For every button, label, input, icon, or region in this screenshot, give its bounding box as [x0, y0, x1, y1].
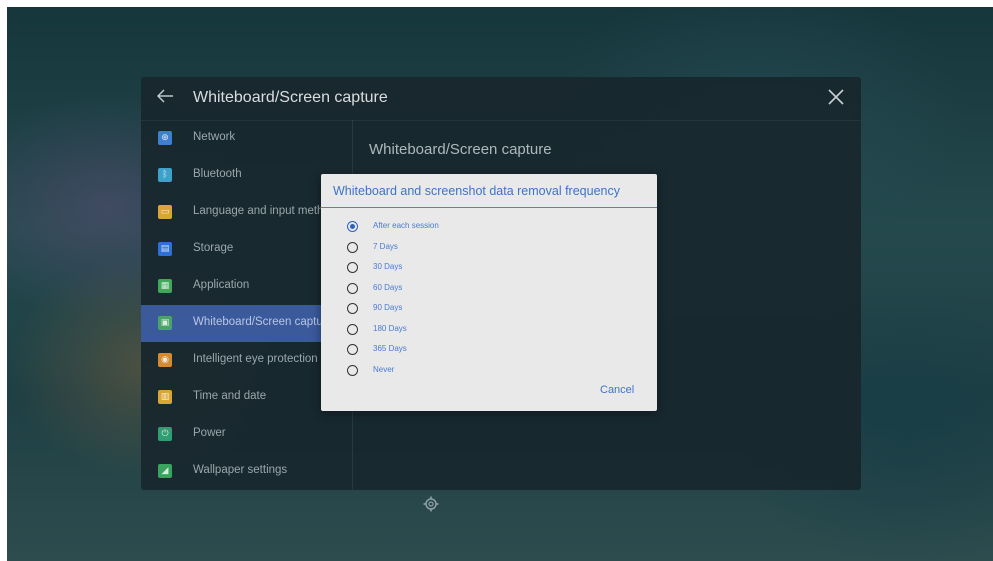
apps-icon: ▦ [158, 279, 172, 293]
option-label: After each session [373, 221, 439, 230]
sidebar-item-wallpaper[interactable]: ◢ Wallpaper settings [141, 453, 352, 490]
radio-button[interactable] [347, 344, 358, 355]
option-label: Never [373, 365, 395, 374]
dialog-divider [321, 207, 657, 208]
option-60-days[interactable]: 60 Days [347, 281, 607, 298]
option-label: 60 Days [373, 283, 403, 292]
option-never[interactable]: Never [347, 363, 607, 380]
sidebar-item-label: Power [193, 427, 226, 439]
option-180-days[interactable]: 180 Days [347, 322, 607, 339]
sidebar-item-label: Network [193, 131, 236, 143]
sidebar-item-label: Wallpaper settings [193, 464, 288, 476]
option-label: 180 Days [373, 324, 407, 333]
power-icon: ⏻ [158, 427, 172, 441]
wallpaper-icon: ◢ [158, 464, 172, 478]
screen-capture-icon: ▣ [158, 316, 172, 330]
radio-button[interactable] [347, 242, 358, 253]
window-title: Whiteboard/Screen capture [193, 89, 388, 106]
radio-button[interactable] [347, 324, 358, 335]
sidebar-item-label: Language and input metho [193, 205, 330, 217]
cancel-button[interactable]: Cancel [600, 384, 634, 396]
sidebar-item-label: Application [193, 279, 250, 291]
content-title: Whiteboard/Screen capture [369, 141, 552, 158]
calendar-icon: ▥ [158, 390, 172, 404]
option-label: 7 Days [373, 242, 398, 251]
storage-icon: ▤ [158, 242, 172, 256]
eye-icon: ◉ [158, 353, 172, 367]
removal-frequency-dialog: Whiteboard and screenshot data removal f… [321, 174, 657, 411]
option-365-days[interactable]: 365 Days [347, 342, 607, 359]
radio-button[interactable] [347, 303, 358, 314]
gear-icon[interactable] [423, 496, 439, 512]
radio-button[interactable] [347, 283, 358, 294]
option-after-each-session[interactable]: After each session [347, 219, 607, 236]
sidebar-item-power[interactable]: ⏻ Power [141, 416, 352, 453]
keyboard-icon: ▭ [158, 205, 172, 219]
window-header: Whiteboard/Screen capture [141, 77, 861, 121]
radio-button[interactable] [347, 365, 358, 376]
option-label: 365 Days [373, 344, 407, 353]
bluetooth-icon: ᛒ [158, 168, 172, 182]
option-7-days[interactable]: 7 Days [347, 240, 607, 257]
sidebar-item-network[interactable]: ⊕ Network [141, 120, 352, 157]
back-arrow-icon[interactable] [154, 85, 176, 107]
sidebar-item-label: Storage [193, 242, 234, 254]
sidebar-item-label: Whiteboard/Screen capture [193, 316, 333, 328]
globe-icon: ⊕ [158, 131, 172, 145]
dialog-title: Whiteboard and screenshot data removal f… [333, 184, 620, 198]
radio-button-selected[interactable] [347, 221, 358, 232]
sidebar-item-label: Time and date [193, 390, 267, 402]
option-90-days[interactable]: 90 Days [347, 301, 607, 318]
option-30-days[interactable]: 30 Days [347, 260, 607, 277]
option-label: 90 Days [373, 303, 403, 312]
radio-button[interactable] [347, 262, 358, 273]
sidebar-item-label: Intelligent eye protection [193, 353, 318, 365]
close-icon[interactable] [826, 87, 846, 107]
option-label: 30 Days [373, 262, 403, 271]
sidebar-item-label: Bluetooth [193, 168, 242, 180]
